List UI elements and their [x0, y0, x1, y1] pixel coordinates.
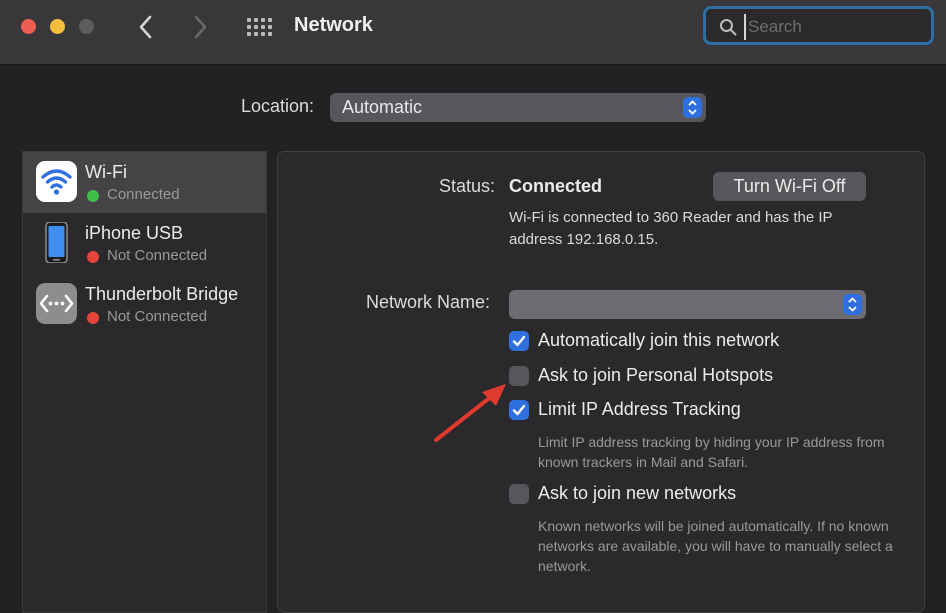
show-all-grid-icon[interactable] [246, 17, 272, 37]
sidebar-item-name: Wi-Fi [85, 162, 127, 182]
limit-ip-tracking-label: Limit IP Address Tracking [538, 399, 741, 419]
search-icon [720, 19, 737, 36]
search-field[interactable] [703, 6, 934, 45]
limit-ip-tracking-hint: Limit IP address tracking by hiding your… [538, 434, 885, 470]
limit-ip-tracking-checkbox[interactable] [509, 400, 529, 420]
checkmark-icon [512, 404, 526, 416]
status-label: Status: [439, 176, 496, 196]
turn-wifi-off-button[interactable]: Turn Wi-Fi Off [713, 172, 866, 201]
network-name-stepper-icon [843, 294, 862, 315]
annotation-arrow-icon [430, 380, 510, 446]
status-dot [87, 312, 99, 324]
status-dot [87, 251, 99, 263]
sidebar-item-status: Not Connected [107, 247, 208, 264]
minimize-window-button[interactable] [50, 19, 65, 34]
wifi-icon [36, 161, 77, 202]
network-name-select[interactable] [509, 290, 866, 319]
ask-personal-hotspots-checkbox[interactable] [509, 366, 529, 386]
status-description: Wi-Fi is connected to 360 Reader and has… [509, 209, 833, 248]
ask-personal-hotspots-label: Ask to join Personal Hotspots [538, 365, 774, 385]
checkmark-icon [512, 335, 526, 347]
sidebar-item-name: Thunderbolt Bridge [85, 284, 239, 304]
ask-new-networks-checkbox[interactable] [509, 484, 529, 504]
back-chevron-icon[interactable] [136, 14, 156, 40]
status-value: Connected [509, 176, 603, 196]
window-title: Network [294, 14, 373, 36]
location-label: Location: [241, 96, 315, 116]
location-stepper-icon [683, 97, 702, 118]
location-select[interactable]: Automatic [330, 93, 706, 122]
iphone-icon [36, 221, 77, 264]
network-services-sidebar: Wi-Fi Connected iPhone USB Not Connected [22, 151, 267, 613]
auto-join-checkbox[interactable] [509, 331, 529, 351]
ask-new-networks-hint: Known networks will be joined automatica… [538, 518, 893, 574]
thunderbolt-bridge-icon [36, 283, 77, 324]
sidebar-item-wifi[interactable]: Wi-Fi Connected [23, 152, 266, 213]
sidebar-item-status: Connected [107, 186, 180, 203]
ask-new-networks-label: Ask to join new networks [538, 483, 737, 503]
location-value: Automatic [342, 97, 423, 117]
title-bar: Network [0, 0, 946, 65]
forward-chevron-icon[interactable] [190, 14, 210, 40]
status-dot [87, 190, 99, 202]
zoom-window-button[interactable] [79, 19, 94, 34]
close-window-button[interactable] [21, 19, 36, 34]
sidebar-item-status: Not Connected [107, 308, 208, 325]
search-input[interactable] [744, 14, 930, 40]
sidebar-item-thunderbolt-bridge[interactable]: Thunderbolt Bridge Not Connected [23, 274, 266, 335]
sidebar-item-iphone-usb[interactable]: iPhone USB Not Connected [23, 213, 266, 274]
network-name-label: Network Name: [366, 292, 491, 312]
auto-join-label: Automatically join this network [538, 330, 780, 350]
sidebar-item-name: iPhone USB [85, 223, 184, 243]
